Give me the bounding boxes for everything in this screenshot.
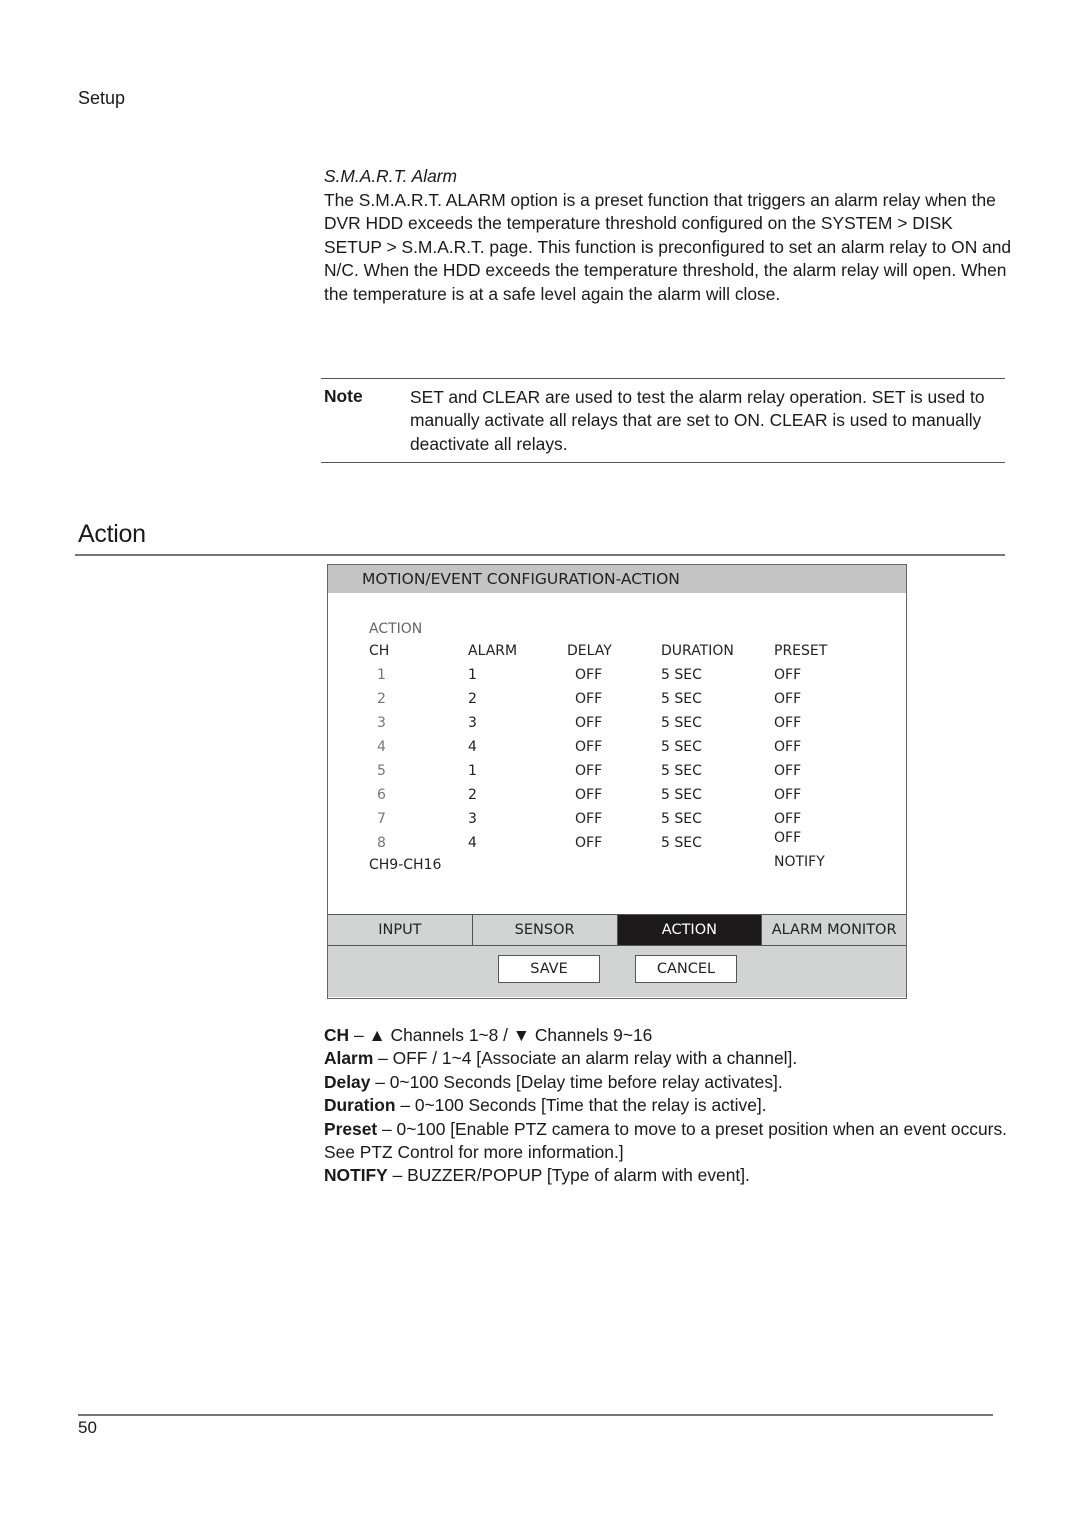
description-alarm: Alarm – OFF / 1~4 [Associate an alarm re… <box>324 1047 1014 1070</box>
page-number: 50 <box>78 1418 97 1437</box>
delay-cell[interactable]: OFF <box>575 763 602 779</box>
definition: – 0~100 Seconds [Delay time before relay… <box>370 1071 783 1092</box>
table-row: 6 2 OFF 5 SEC OFF <box>328 787 906 811</box>
ch-cell: 1 <box>377 667 386 683</box>
cancel-button[interactable]: CANCEL <box>635 955 737 983</box>
running-head: Setup <box>78 88 126 108</box>
description-delay: Delay – 0~100 Seconds [Delay time before… <box>324 1071 1014 1094</box>
alarm-cell[interactable]: 4 <box>468 835 477 851</box>
tab-input[interactable]: INPUT <box>328 915 473 945</box>
description-ch: CH – ▲ Channels 1~8 / ▼ Channels 9~16 <box>324 1024 1014 1047</box>
ch-cell: 7 <box>377 811 386 827</box>
note-label: Note <box>324 386 363 406</box>
delay-cell[interactable]: OFF <box>575 739 602 755</box>
alarm-cell[interactable]: 1 <box>468 763 477 779</box>
alarm-cell[interactable]: 3 <box>468 811 477 827</box>
duration-cell[interactable]: 5 SEC <box>661 763 702 779</box>
definition: – BUZZER/POPUP [Type of alarm with event… <box>387 1165 750 1186</box>
column-header-delay: DELAY <box>567 643 612 659</box>
preset-cell[interactable]: OFF <box>774 811 801 827</box>
delay-cell[interactable]: OFF <box>575 787 602 803</box>
alarm-cell[interactable]: 2 <box>468 787 477 803</box>
delay-cell[interactable]: OFF <box>575 715 602 731</box>
definition: – 0~100 [Enable PTZ camera to move to a … <box>324 1118 1007 1163</box>
term: Delay <box>324 1071 371 1092</box>
column-header-preset: PRESET <box>774 643 828 659</box>
ch-cell: 6 <box>377 787 386 803</box>
action-config-dialog: MOTION/EVENT CONFIGURATION-ACTION ACTION… <box>327 564 907 999</box>
term: Alarm <box>324 1048 374 1069</box>
dialog-button-bar: SAVE CANCEL <box>328 946 906 997</box>
preset-cell[interactable]: OFF <box>774 691 801 707</box>
duration-cell[interactable]: 5 SEC <box>661 787 702 803</box>
definition: – 0~100 Seconds [Time that the relay is … <box>395 1095 767 1116</box>
alarm-cell[interactable]: 3 <box>468 715 477 731</box>
description-duration: Duration – 0~100 Seconds [Time that the … <box>324 1094 1014 1117</box>
section-divider <box>75 554 1005 556</box>
alarm-cell[interactable]: 4 <box>468 739 477 755</box>
ch-cell: 5 <box>377 763 386 779</box>
smart-alarm-title: S.M.A.R.T. Alarm <box>324 166 458 186</box>
dialog-section-label: ACTION <box>369 621 423 637</box>
duration-cell[interactable]: 5 SEC <box>661 811 702 827</box>
delay-cell[interactable]: OFF <box>575 811 602 827</box>
tab-alarm-monitor[interactable]: ALARM MONITOR <box>762 915 906 945</box>
ch-cell: 3 <box>377 715 386 731</box>
note-text: SET and CLEAR are used to test the alarm… <box>410 387 985 454</box>
delay-cell[interactable]: OFF <box>575 667 602 683</box>
column-header-alarm: ALARM <box>468 643 518 659</box>
delay-cell[interactable]: OFF <box>575 835 602 851</box>
description-preset: Preset – 0~100 [Enable PTZ camera to mov… <box>324 1118 1014 1165</box>
table-row: 4 4 OFF 5 SEC OFF <box>328 739 906 763</box>
term: NOTIFY <box>324 1165 388 1186</box>
table-row: 3 3 OFF 5 SEC OFF <box>328 715 906 739</box>
preset-cell[interactable]: OFF <box>774 787 801 803</box>
smart-alarm-paragraph: The S.M.A.R.T. ALARM option is a preset … <box>324 190 1012 304</box>
section-title: Action <box>78 520 146 548</box>
definition: – OFF / 1~4 [Associate an alarm relay wi… <box>373 1048 798 1069</box>
footer-divider <box>78 1414 993 1416</box>
column-header-duration: DURATION <box>661 643 734 659</box>
definition: – ▲ Channels 1~8 / ▼ Channels 9~16 <box>349 1025 653 1045</box>
duration-cell[interactable]: 5 SEC <box>661 691 702 707</box>
alarm-cell[interactable]: 1 <box>468 667 477 683</box>
notify-label[interactable]: NOTIFY <box>774 854 825 870</box>
field-descriptions: CH – ▲ Channels 1~8 / ▼ Channels 9~16 Al… <box>324 1024 1014 1188</box>
alarm-cell[interactable]: 2 <box>468 691 477 707</box>
preset-cell[interactable]: OFF <box>774 715 801 731</box>
tab-sensor[interactable]: SENSOR <box>473 915 618 945</box>
ch-cell: 8 <box>377 835 386 851</box>
delay-cell[interactable]: OFF <box>575 691 602 707</box>
note-bottom-divider <box>321 462 1005 463</box>
duration-cell[interactable]: 5 SEC <box>661 667 702 683</box>
dialog-tabs: INPUT SENSOR ACTION ALARM MONITOR <box>328 914 906 946</box>
column-header-ch: CH <box>369 643 390 659</box>
preset-cell[interactable]: OFF <box>774 830 801 846</box>
preset-cell[interactable]: OFF <box>774 763 801 779</box>
note-top-divider <box>321 378 1005 379</box>
term: CH <box>324 1025 350 1045</box>
table-row: 7 3 OFF 5 SEC OFF <box>328 811 906 835</box>
table-row: 5 1 OFF 5 SEC OFF <box>328 763 906 787</box>
preset-cell[interactable]: OFF <box>774 667 801 683</box>
preset-cell[interactable]: OFF <box>774 739 801 755</box>
table-row: 2 2 OFF 5 SEC OFF <box>328 691 906 715</box>
duration-cell[interactable]: 5 SEC <box>661 835 702 851</box>
term: Duration <box>324 1095 396 1116</box>
term: Preset <box>324 1118 378 1139</box>
duration-cell[interactable]: 5 SEC <box>661 739 702 755</box>
table-row: 1 1 OFF 5 SEC OFF <box>328 667 906 691</box>
tab-action[interactable]: ACTION <box>617 915 763 945</box>
dialog-title: MOTION/EVENT CONFIGURATION-ACTION <box>328 565 906 593</box>
table-header: CH ALARM DELAY DURATION PRESET <box>328 643 906 667</box>
channel-page-selector[interactable]: CH9-CH16 <box>369 857 441 873</box>
ch-cell: 4 <box>377 739 386 755</box>
save-button[interactable]: SAVE <box>498 955 600 983</box>
duration-cell[interactable]: 5 SEC <box>661 715 702 731</box>
ch-cell: 2 <box>377 691 386 707</box>
description-notify: NOTIFY – BUZZER/POPUP [Type of alarm wit… <box>324 1164 1014 1187</box>
